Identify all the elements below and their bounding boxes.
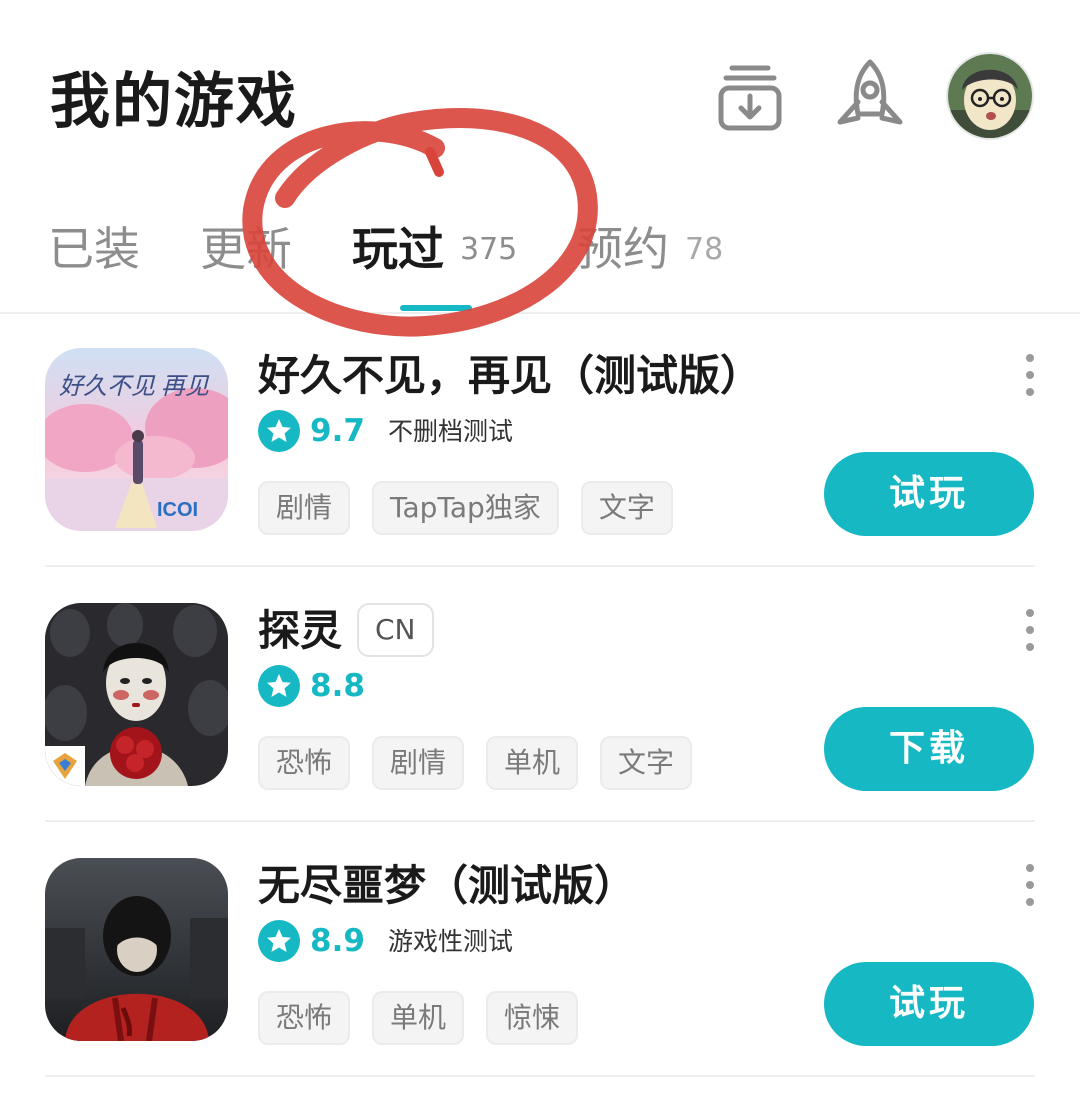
- tab-installed[interactable]: 已装: [48, 217, 140, 281]
- game-icon[interactable]: [45, 858, 228, 1041]
- list-divider: [45, 1075, 1035, 1077]
- tag-list: 剧情 TapTap独家 文字: [258, 481, 695, 535]
- tab-reserved-label: 预约: [577, 222, 669, 276]
- download-manager-icon[interactable]: [718, 62, 782, 132]
- tag[interactable]: TapTap独家: [372, 481, 559, 535]
- tag[interactable]: 恐怖: [258, 736, 351, 790]
- tab-bar: 已装 更新 玩过 375 预约 78: [0, 205, 1080, 315]
- tag[interactable]: 恐怖: [258, 991, 351, 1045]
- rating-value: 9.7: [310, 413, 365, 449]
- game-icon[interactable]: [45, 603, 228, 786]
- test-status: 不删档测试: [388, 417, 514, 446]
- rating-value: 8.8: [310, 668, 365, 704]
- tab-reserved[interactable]: 预约 78: [577, 217, 723, 282]
- region-badge: CN: [357, 603, 434, 657]
- more-options-icon[interactable]: [1022, 354, 1038, 398]
- more-options-icon[interactable]: [1022, 864, 1038, 908]
- more-options-icon[interactable]: [1022, 609, 1038, 653]
- tab-reserved-count: 78: [685, 232, 724, 267]
- list-divider: [45, 820, 1035, 822]
- download-button[interactable]: 下载: [824, 707, 1034, 791]
- tag[interactable]: 单机: [372, 991, 465, 1045]
- icon-title-text: 好久不见 再见: [59, 373, 210, 400]
- tab-updates[interactable]: 更新: [200, 217, 292, 281]
- list-divider: [45, 565, 1035, 567]
- game-title[interactable]: 无尽噩梦（测试版）: [258, 858, 636, 914]
- star-icon: [258, 920, 300, 962]
- tag[interactable]: 剧情: [372, 736, 465, 790]
- try-play-button[interactable]: 试玩: [824, 962, 1034, 1046]
- star-icon: [258, 665, 300, 707]
- tag[interactable]: 单机: [486, 736, 579, 790]
- tag-list: 恐怖 剧情 单机 文字: [258, 736, 714, 790]
- tag[interactable]: 文字: [600, 736, 693, 790]
- tab-played-label: 玩过: [352, 222, 444, 276]
- test-status: 游戏性测试: [388, 927, 514, 956]
- star-icon: [258, 410, 300, 452]
- game-title[interactable]: 好久不见，再见（测试版）: [258, 348, 762, 404]
- tag[interactable]: 文字: [580, 481, 673, 535]
- avatar[interactable]: [948, 54, 1032, 138]
- tab-updates-label: 更新: [200, 222, 292, 276]
- tag-list: 恐怖 单机 惊悚: [258, 991, 600, 1045]
- try-play-button[interactable]: 试玩: [824, 452, 1034, 536]
- game-title[interactable]: 探灵: [258, 603, 342, 659]
- tab-installed-label: 已装: [48, 222, 140, 276]
- tab-played-count: 375: [460, 232, 518, 267]
- game-icon-title: 好久不见 再见: [59, 373, 210, 400]
- page-title: 我的游戏: [50, 67, 298, 137]
- rocket-icon[interactable]: [834, 58, 906, 132]
- tabs-divider: [0, 312, 1080, 314]
- icon-brand-text: ICOI: [157, 499, 198, 521]
- tag[interactable]: 剧情: [258, 481, 351, 535]
- game-icon[interactable]: 好久不见 再见 ICOI: [45, 348, 228, 531]
- tab-played[interactable]: 玩过 375: [352, 217, 517, 282]
- tag[interactable]: 惊悚: [486, 991, 579, 1045]
- active-tab-indicator: [400, 305, 472, 311]
- rating-value: 8.9: [310, 923, 365, 959]
